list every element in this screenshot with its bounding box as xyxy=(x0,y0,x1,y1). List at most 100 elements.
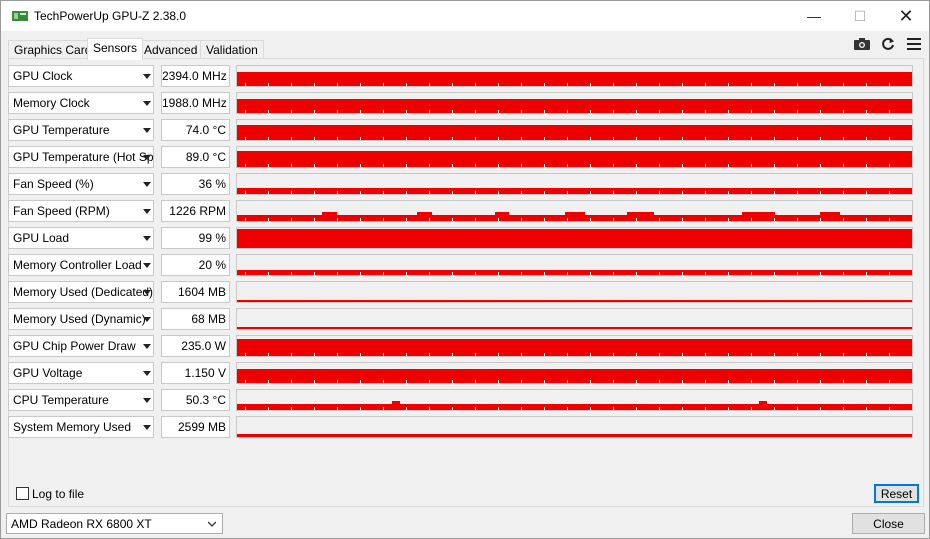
graph-dropout-tick xyxy=(337,272,338,275)
sensor-selector[interactable]: CPU Temperature xyxy=(8,389,154,411)
graph-dropout-tick xyxy=(659,407,660,410)
sensor-name: Fan Speed (RPM) xyxy=(13,204,110,218)
sensor-selector[interactable]: Memory Clock xyxy=(8,92,154,114)
graph-dropout-tick xyxy=(383,353,384,356)
tab-graphics-card[interactable]: Graphics Card xyxy=(8,40,98,59)
graph-dropout-tick xyxy=(889,380,890,383)
graph-fill xyxy=(237,300,912,302)
menu-icon[interactable] xyxy=(904,36,924,52)
graph-dropout-tick xyxy=(383,83,384,86)
sensor-selector[interactable]: Memory Used (Dedicated) xyxy=(8,281,154,303)
graph-dropout-tick xyxy=(360,380,361,383)
tab-advanced[interactable]: Advanced xyxy=(138,40,204,59)
graph-dropout-tick xyxy=(751,353,752,356)
graph-dropout-tick xyxy=(245,272,246,275)
sensor-row: Memory Used (Dedicated) 1604 MB xyxy=(8,281,913,303)
graph-dropout-tick xyxy=(360,353,361,356)
tab-validation[interactable]: Validation xyxy=(200,40,264,59)
graph-dropout-tick xyxy=(682,164,683,167)
close-window-button[interactable]: ✕ xyxy=(883,1,929,31)
graph-dropout-tick xyxy=(659,164,660,167)
sensor-selector[interactable]: Fan Speed (RPM) xyxy=(8,200,154,222)
graph-dropout-tick xyxy=(728,218,729,221)
maximize-button[interactable]: ☐ xyxy=(837,1,883,31)
graph-dropout-tick xyxy=(751,83,752,86)
graph-dropout-tick xyxy=(590,83,591,86)
graph-dropout-tick xyxy=(245,83,246,86)
refresh-icon[interactable] xyxy=(878,36,898,52)
graph-dropout-tick xyxy=(498,83,499,86)
graph-dropout-tick xyxy=(728,83,729,86)
graph-dropout-tick xyxy=(820,137,821,140)
graph-dropout-tick xyxy=(659,380,660,383)
graph-dropout-tick xyxy=(820,380,821,383)
graph-dropout-tick xyxy=(659,272,660,275)
minimize-button[interactable]: — xyxy=(791,1,837,31)
camera-icon[interactable] xyxy=(852,36,872,52)
graph-dropout-tick xyxy=(567,83,568,86)
chevron-down-icon xyxy=(143,101,151,106)
graph-dropout-tick xyxy=(751,137,752,140)
graph-dropout-tick xyxy=(475,83,476,86)
sensor-selector[interactable]: GPU Clock xyxy=(8,65,154,87)
graph-dropout-tick xyxy=(820,83,821,86)
sensor-graph xyxy=(236,281,913,303)
graph-dropout-tick xyxy=(682,353,683,356)
graph-dropout-tick xyxy=(774,137,775,140)
sensor-selector[interactable]: GPU Voltage xyxy=(8,362,154,384)
graph-dropout-tick xyxy=(360,110,361,113)
sensor-value: 50.3 °C xyxy=(161,389,230,411)
graph-dropout-tick xyxy=(406,353,407,356)
graph-dropout-tick xyxy=(337,110,338,113)
graph-dropout-tick xyxy=(360,164,361,167)
close-button[interactable]: Close xyxy=(852,513,925,534)
graph-dropout-tick xyxy=(429,191,430,194)
tab-sensors[interactable]: Sensors xyxy=(87,38,144,60)
sensor-selector[interactable]: GPU Temperature xyxy=(8,119,154,141)
graph-dropout-tick xyxy=(314,164,315,167)
reset-button[interactable]: Reset xyxy=(874,484,919,503)
graph-dropout-tick xyxy=(820,218,821,221)
sensor-selector[interactable]: GPU Load xyxy=(8,227,154,249)
graph-dropout-tick xyxy=(337,407,338,410)
gpu-select[interactable]: AMD Radeon RX 6800 XT xyxy=(6,513,223,534)
log-to-file-label: Log to file xyxy=(32,487,85,501)
window-title: TechPowerUp GPU-Z 2.38.0 xyxy=(34,9,187,23)
graph-dropout-tick xyxy=(797,164,798,167)
graph-dropout-tick xyxy=(682,407,683,410)
graph-dropout-tick xyxy=(774,110,775,113)
graph-dropout-tick xyxy=(268,407,269,410)
log-to-file-checkbox[interactable] xyxy=(16,487,29,500)
graph-dropout-tick xyxy=(544,137,545,140)
graph-dropout-tick xyxy=(590,272,591,275)
sensor-selector[interactable]: GPU Temperature (Hot Spot) xyxy=(8,146,154,168)
graph-dropout-tick xyxy=(774,164,775,167)
graph-dropout-tick xyxy=(797,380,798,383)
sensor-selector[interactable]: Memory Controller Load xyxy=(8,254,154,276)
graph-dropout-tick xyxy=(843,191,844,194)
graph-dropout-tick xyxy=(774,407,775,410)
graph-dropout-tick xyxy=(314,110,315,113)
graph-dropout-tick xyxy=(521,137,522,140)
graph-dropout-tick xyxy=(383,137,384,140)
graph-dropout-tick xyxy=(498,137,499,140)
graph-fill xyxy=(237,99,912,113)
graph-fill xyxy=(237,215,912,221)
sensor-selector[interactable]: GPU Chip Power Draw xyxy=(8,335,154,357)
sensor-selector[interactable]: Memory Used (Dynamic) xyxy=(8,308,154,330)
gpuz-window: TechPowerUp GPU-Z 2.38.0 — ☐ ✕ Graphics … xyxy=(0,0,930,539)
graph-dropout-tick xyxy=(774,191,775,194)
graph-dropout-tick xyxy=(705,110,706,113)
sensor-selector[interactable]: System Memory Used xyxy=(8,416,154,438)
graph-dropout-tick xyxy=(475,191,476,194)
graph-dropout-tick xyxy=(682,110,683,113)
sensor-selector[interactable]: Fan Speed (%) xyxy=(8,173,154,195)
graph-dropout-tick xyxy=(429,272,430,275)
graph-dropout-tick xyxy=(314,218,315,221)
graph-dropout-tick xyxy=(659,191,660,194)
graph-dropout-tick xyxy=(613,137,614,140)
graph-dropout-tick xyxy=(889,353,890,356)
chevron-down-icon xyxy=(143,74,151,79)
sensor-name: Memory Clock xyxy=(13,96,90,110)
graph-dropout-tick xyxy=(613,110,614,113)
